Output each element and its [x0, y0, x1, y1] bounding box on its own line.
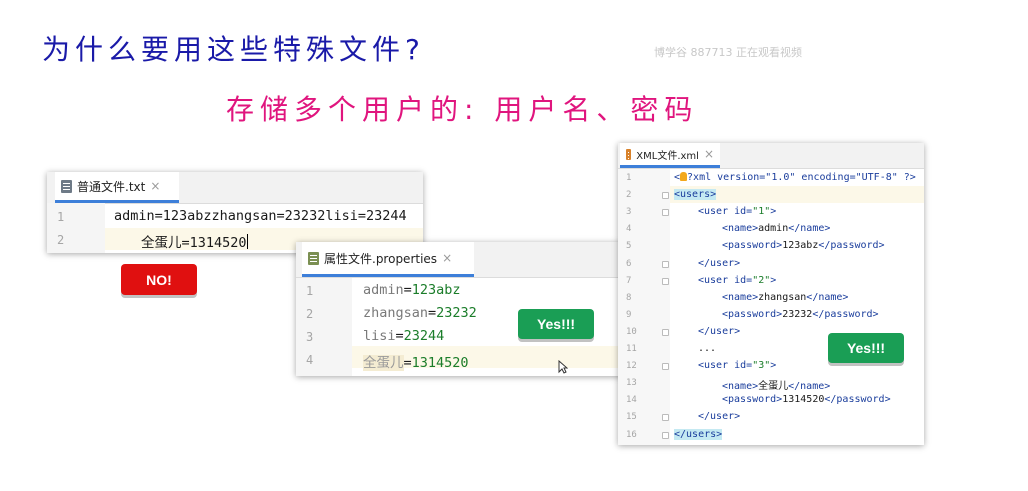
xml-line[interactable]: <password>1314520</password>	[722, 394, 891, 405]
xml-line[interactable]: <password>23232</password>	[722, 309, 879, 320]
line-number: 5	[626, 241, 632, 252]
fold-marker-icon[interactable]	[662, 260, 669, 268]
tab-txt-file[interactable]: 普通文件.txt ×	[55, 172, 179, 203]
properties-file-icon	[308, 251, 319, 265]
line-number: 7	[626, 275, 632, 286]
slide-title: 为什么要用这些特殊文件?	[42, 33, 425, 66]
txt-tab-bar: 普通文件.txt ×	[47, 172, 423, 204]
line-number: 3	[626, 207, 632, 218]
watermark: 博学谷 887713 正在观看视频	[654, 46, 802, 59]
line-number: 10	[626, 326, 637, 337]
xml-line[interactable]: <users>	[674, 189, 717, 201]
close-icon[interactable]: ×	[150, 179, 160, 193]
xml-line[interactable]: <user id="2">	[698, 275, 776, 286]
line-gutter	[47, 203, 105, 253]
xml-line[interactable]: <user id="1">	[698, 206, 776, 217]
line-number: 16	[626, 429, 637, 440]
xml-line[interactable]: </user>	[698, 326, 740, 337]
line-number: 12	[626, 361, 637, 372]
line-number: 8	[626, 292, 632, 303]
property-line[interactable]: zhangsan=23232	[363, 305, 477, 321]
xml-line[interactable]: < ?xml version="1.0" encoding="UTF-8" ?>	[674, 172, 916, 183]
xml-file-icon	[626, 148, 632, 160]
tab-label: 属性文件.properties	[324, 251, 438, 266]
line-number: 13	[626, 378, 637, 389]
close-icon[interactable]: ×	[704, 147, 714, 161]
line-number: 3	[306, 330, 314, 344]
fold-marker-icon[interactable]	[662, 363, 669, 371]
fold-marker-icon[interactable]	[662, 277, 669, 285]
text-caret	[246, 234, 248, 249]
file-icon	[61, 179, 72, 193]
yes-badge-xml: Yes!!!	[828, 333, 904, 363]
line-number: 1	[57, 210, 65, 224]
line-number: 1	[306, 284, 314, 298]
xml-line[interactable]: <password>123abz</password>	[722, 240, 885, 251]
tab-label: 普通文件.txt	[77, 179, 146, 194]
no-badge: NO!	[121, 264, 197, 295]
xml-line[interactable]: </user>	[698, 258, 740, 269]
code-line[interactable]: 全蛋儿=1314520	[141, 231, 248, 251]
xml-line[interactable]: ...	[698, 343, 716, 354]
tab-properties-file[interactable]: 属性文件.properties ×	[302, 242, 474, 277]
line-number: 2	[306, 307, 314, 321]
fold-marker-icon[interactable]	[662, 328, 669, 336]
line-number: 4	[306, 353, 314, 367]
line-number: 9	[626, 309, 632, 320]
code-line[interactable]: admin=123abzzhangsan=23232lisi=23244	[114, 208, 407, 224]
fold-marker-icon[interactable]	[662, 209, 669, 217]
slide-subtitle: 存储多个用户的: 用户名、密码	[226, 93, 699, 126]
property-line[interactable]: 全蛋儿=1314520	[363, 351, 469, 371]
yes-badge-properties: Yes!!!	[518, 309, 594, 339]
xml-line[interactable]: <name>全蛋儿</name>	[722, 377, 830, 392]
fold-marker-icon[interactable]	[662, 431, 669, 439]
line-number: 2	[626, 190, 632, 201]
line-number: 14	[626, 395, 637, 406]
close-icon[interactable]: ×	[442, 251, 452, 265]
tab-label: XML文件.xml	[636, 150, 699, 162]
xml-line[interactable]: <name>zhangsan</name>	[722, 292, 848, 303]
line-number: 4	[626, 224, 632, 235]
xml-line[interactable]: <user id="3">	[698, 360, 776, 371]
mouse-pointer-icon	[558, 360, 568, 374]
properties-tab-bar: 属性文件.properties ×	[296, 242, 622, 278]
line-number: 11	[626, 344, 637, 354]
txt-editor-panel: 普通文件.txt × 1 2 admin=123abzzhangsan=2323…	[47, 172, 423, 253]
xml-tab-bar: XML文件.xml ×	[618, 143, 924, 169]
line-number: 1	[626, 173, 632, 183]
fold-marker-icon[interactable]	[662, 192, 669, 200]
xml-line[interactable]: </user>	[698, 411, 740, 422]
line-number: 2	[57, 233, 65, 247]
xml-line[interactable]: <name>admin</name>	[722, 223, 830, 234]
xml-line[interactable]: </users>	[674, 428, 723, 440]
property-line[interactable]: admin=123abz	[363, 282, 461, 298]
tab-xml-file[interactable]: XML文件.xml ×	[620, 143, 720, 168]
intention-bulb-icon[interactable]	[680, 172, 688, 181]
line-number: 6	[626, 258, 632, 269]
line-gutter	[296, 278, 352, 376]
line-number: 15	[626, 412, 637, 423]
xml-editor-panel: XML文件.xml × 1 < ?xml version="1.0" encodin…	[618, 143, 924, 445]
fold-marker-icon[interactable]	[662, 414, 669, 422]
property-line[interactable]: lisi=23244	[363, 328, 444, 344]
